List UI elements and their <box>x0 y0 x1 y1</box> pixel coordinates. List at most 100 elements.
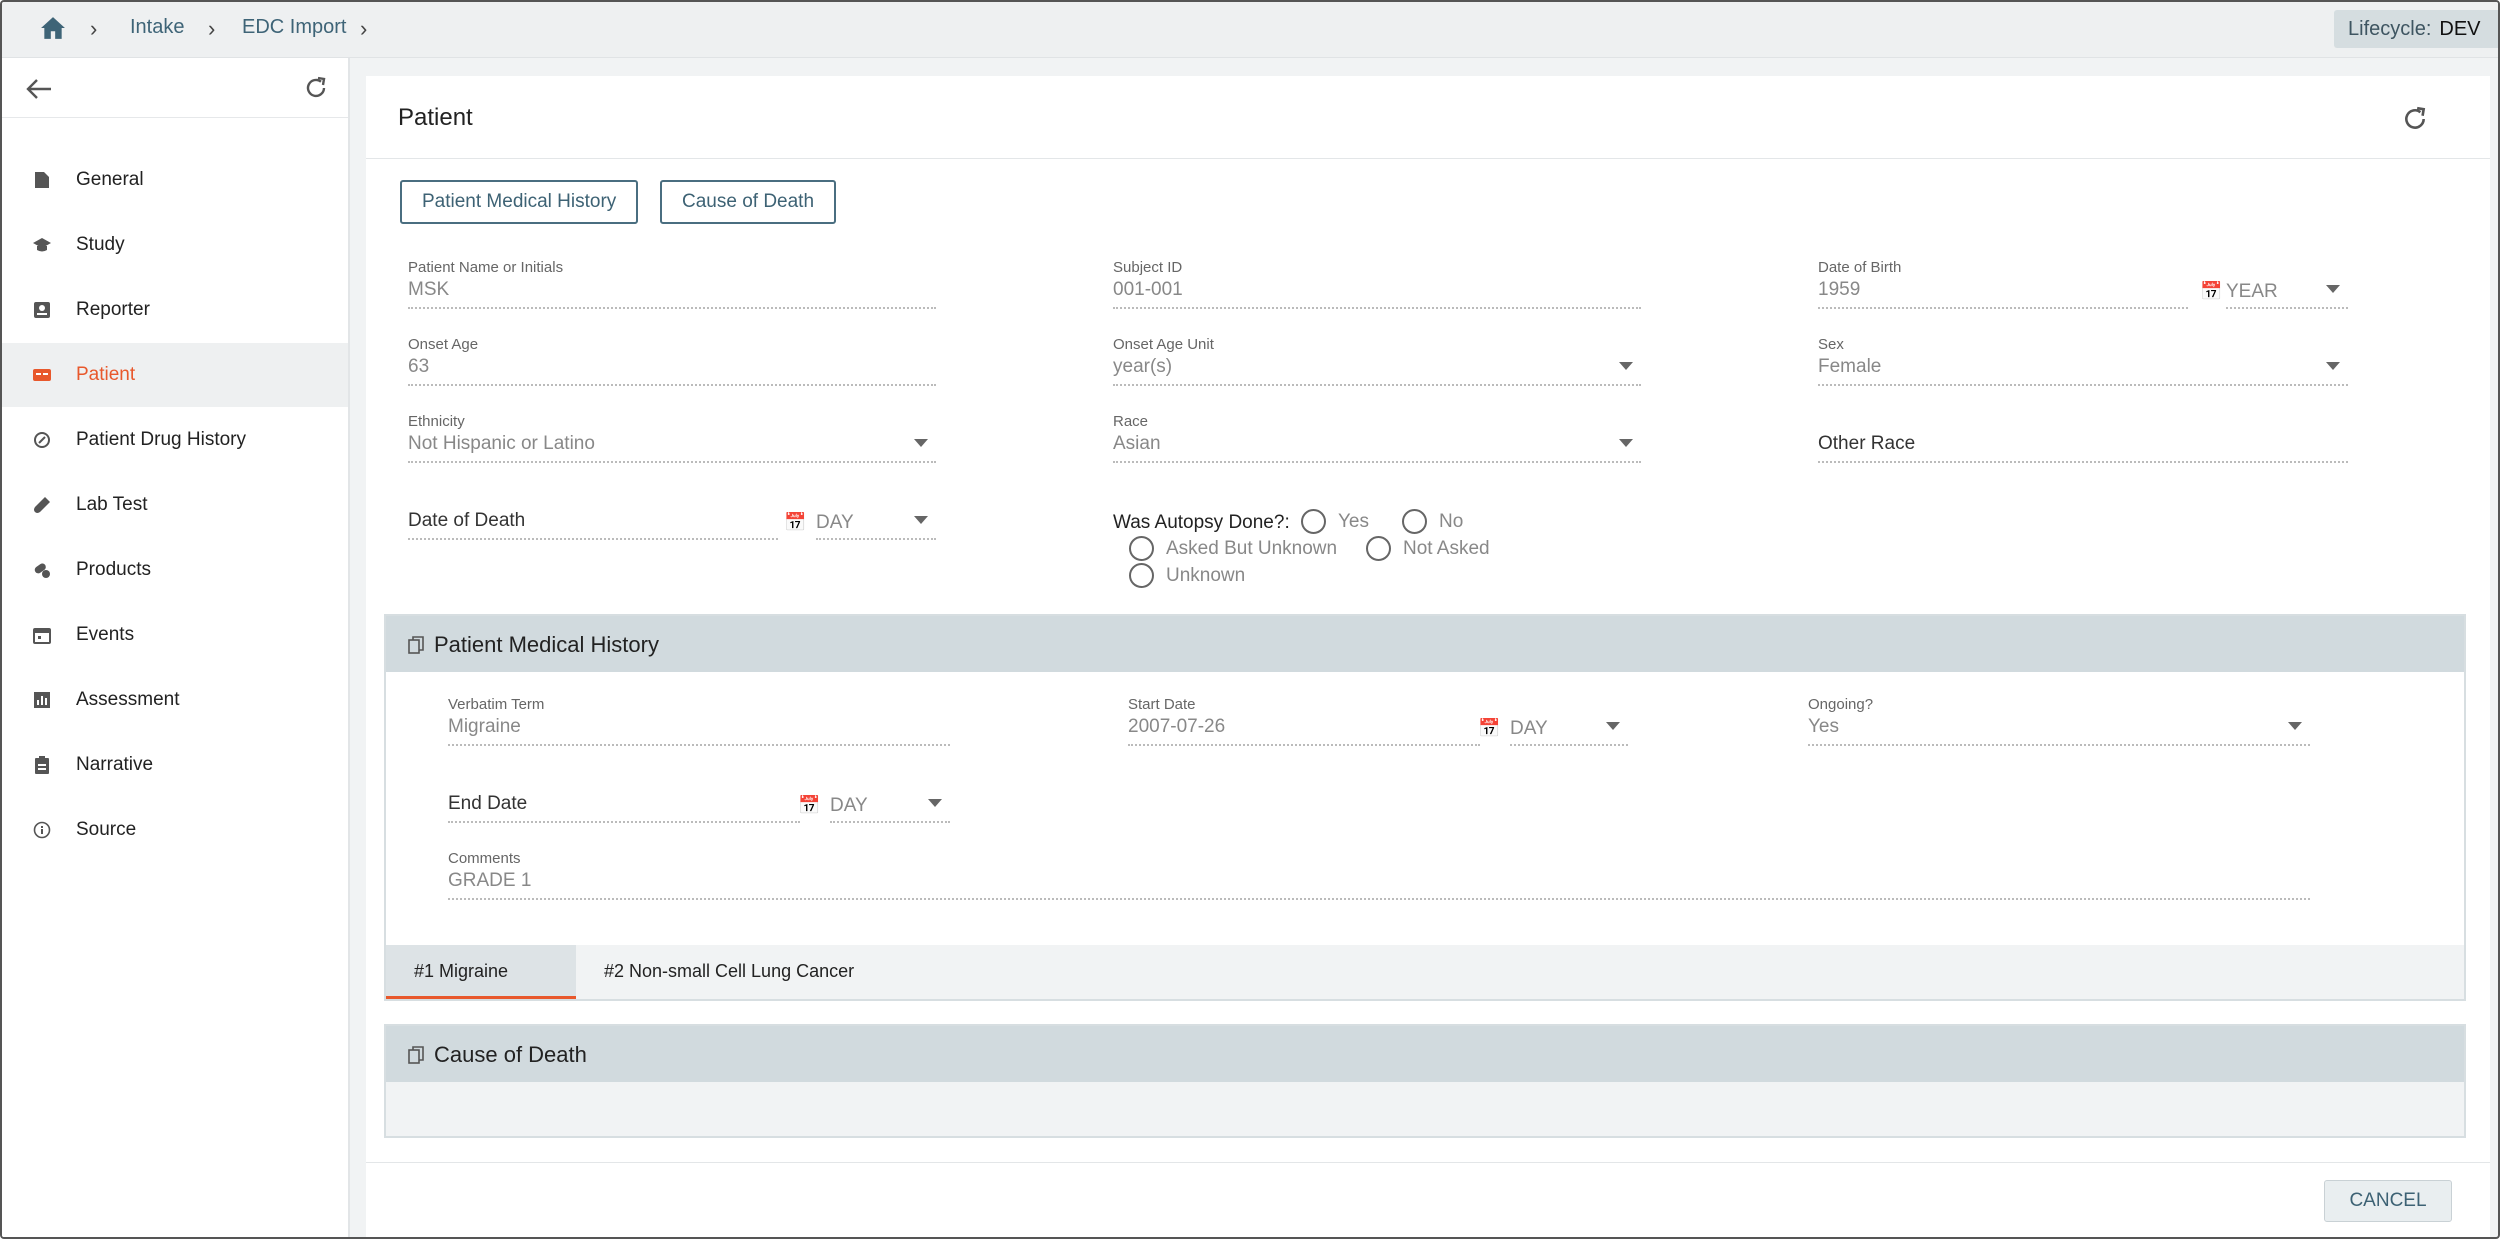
date-of-death-field[interactable]: Date of Death 📅 DAY <box>408 490 936 540</box>
field-underline <box>1808 744 2310 746</box>
date-unit-select[interactable]: DAY <box>816 512 854 534</box>
sex-select[interactable]: Sex Female <box>1818 336 2348 386</box>
ethnicity-select[interactable]: Ethnicity Not Hispanic or Latino <box>408 413 936 463</box>
chevron-down-icon[interactable] <box>2288 722 2302 730</box>
field-underline <box>1113 461 1641 463</box>
field-label: Comments <box>448 850 521 867</box>
jump-medical-history-button[interactable]: Patient Medical History <box>400 180 639 224</box>
date-unit-select[interactable]: DAY <box>830 795 868 817</box>
chevron-down-icon[interactable] <box>2326 362 2340 370</box>
other-race-input[interactable]: Other Race <box>1818 413 2348 463</box>
chevron-down-icon[interactable] <box>1619 362 1633 370</box>
sidebar-item-events[interactable]: Events <box>2 603 348 667</box>
radio-circle <box>1366 536 1391 561</box>
field-label: Start Date <box>1128 696 1196 713</box>
chevron-down-icon[interactable] <box>1619 439 1633 447</box>
sidebar-item-narrative[interactable]: Narrative <box>2 733 348 797</box>
autopsy-question-label: Was Autopsy Done?: <box>1113 512 1290 533</box>
ongoing-select[interactable]: Ongoing? Yes <box>1808 696 2310 746</box>
field-underline <box>408 307 936 309</box>
calendar-icon[interactable]: 📅 <box>784 512 806 533</box>
comments-field[interactable]: Comments GRADE 1 <box>448 850 2310 900</box>
home-icon[interactable] <box>40 16 66 40</box>
date-of-birth-field[interactable]: Date of Birth 1959 📅 YEAR <box>1818 259 2348 309</box>
sidebar-item-study[interactable]: Study <box>2 213 348 277</box>
jump-cause-of-death-button[interactable]: Cause of Death <box>660 180 837 224</box>
sidebar-item-label: Source <box>76 819 137 840</box>
sidebar-item-assessment[interactable]: Assessment <box>2 668 348 732</box>
chevron-down-icon[interactable] <box>914 516 928 524</box>
start-date-field[interactable]: Start Date 2007-07-26 📅 DAY <box>1128 696 1628 746</box>
onset-age-unit-select[interactable]: Onset Age Unit year(s) <box>1113 336 1641 386</box>
field-underline <box>1128 744 1480 746</box>
race-select[interactable]: Race Asian <box>1113 413 1641 463</box>
breadcrumb-edc-import[interactable]: EDC Import <box>242 16 346 39</box>
field-underline <box>448 744 950 746</box>
lifecycle-badge[interactable]: Lifecycle: DEV <box>2334 10 2498 48</box>
onset-age-field[interactable]: Onset Age 63 <box>408 336 936 386</box>
sidebar-item-label: Study <box>76 234 125 255</box>
section-header: Cause of Death <box>386 1026 2464 1082</box>
date-unit-select[interactable]: YEAR <box>2226 281 2278 303</box>
radio-circle <box>1129 563 1154 588</box>
field-underline <box>448 898 2310 900</box>
autopsy-radio-asked-but-unknown[interactable]: Asked But Unknown <box>1129 536 1337 561</box>
chevron-down-icon[interactable] <box>2326 285 2340 293</box>
contact-card-icon <box>32 300 52 320</box>
field-label: Ongoing? <box>1808 696 1874 713</box>
field-underline <box>816 538 936 540</box>
sidebar-item-products[interactable]: Products <box>2 538 348 602</box>
lifecycle-label: Lifecycle: <box>2348 18 2432 40</box>
autopsy-radio-no[interactable]: No <box>1402 509 1463 534</box>
calendar-icon[interactable]: 📅 <box>1478 718 1500 739</box>
app-frame: › Intake › EDC Import › Lifecycle: DEV Ge… <box>0 0 2500 1239</box>
calendar-icon[interactable]: 📅 <box>798 795 820 816</box>
radio-label: Asked But Unknown <box>1166 537 1338 559</box>
patient-name-field[interactable]: Patient Name or Initials MSK <box>408 259 936 309</box>
field-underline <box>1510 744 1628 746</box>
radio-label: Yes <box>1338 510 1369 532</box>
verbatim-term-field[interactable]: Verbatim Term Migraine <box>448 696 950 746</box>
field-label: Sex <box>1818 336 1844 353</box>
autopsy-radio-unknown[interactable]: Unknown <box>1129 563 1245 588</box>
cancel-button[interactable]: CANCEL <box>2324 1180 2452 1222</box>
file-icon <box>32 170 52 190</box>
tab-nsclc[interactable]: #2 Non-small Cell Lung Cancer <box>576 945 882 999</box>
date-unit-select[interactable]: DAY <box>1510 718 1548 740</box>
field-placeholder: Date of Death <box>408 510 526 531</box>
calendar-icon[interactable]: 📅 <box>2200 281 2222 302</box>
calendar-icon <box>32 625 52 645</box>
sidebar-item-source[interactable]: Source <box>2 798 348 862</box>
field-placeholder: End Date <box>448 793 528 814</box>
back-arrow-icon[interactable] <box>26 78 52 100</box>
field-underline <box>1113 384 1641 386</box>
chevron-right-icon: › <box>90 16 98 41</box>
copy-icon <box>408 636 424 654</box>
sidebar-item-patient[interactable]: Patient <box>2 343 348 407</box>
medical-history-tabs: #1 Migraine #2 Non-small Cell Lung Cance… <box>386 945 2464 999</box>
sidebar-item-general[interactable]: General <box>2 148 348 212</box>
sidebar-item-patient-drug-history[interactable]: Patient Drug History <box>2 408 348 472</box>
field-value: Female <box>1818 356 1882 377</box>
chevron-down-icon[interactable] <box>1606 722 1620 730</box>
field-label: Onset Age <box>408 336 479 353</box>
autopsy-radio-not-asked[interactable]: Not Asked <box>1366 536 1490 561</box>
tab-migraine[interactable]: #1 Migraine <box>386 945 576 999</box>
field-underline <box>1818 461 2348 463</box>
subject-id-field[interactable]: Subject ID 001-001 <box>1113 259 1641 309</box>
end-date-field[interactable]: End Date 📅 DAY <box>448 773 950 823</box>
refresh-icon[interactable] <box>304 76 328 100</box>
breadcrumb-intake[interactable]: Intake <box>130 16 184 39</box>
sidebar-item-lab-test[interactable]: Lab Test <box>2 473 348 537</box>
field-label: Onset Age Unit <box>1113 336 1214 353</box>
clipboard-icon <box>32 755 52 775</box>
medical-history-section: Patient Medical History Verbatim Term Mi… <box>384 614 2466 1001</box>
graduation-cap-icon <box>32 235 52 255</box>
chevron-down-icon[interactable] <box>928 799 942 807</box>
sidebar-item-reporter[interactable]: Reporter <box>2 278 348 342</box>
field-label: Subject ID <box>1113 259 1183 276</box>
autopsy-radio-yes[interactable]: Yes <box>1301 509 1369 534</box>
sidebar-item-label: Patient Drug History <box>76 429 247 450</box>
refresh-icon[interactable] <box>2402 106 2428 132</box>
chevron-down-icon[interactable] <box>914 439 928 447</box>
